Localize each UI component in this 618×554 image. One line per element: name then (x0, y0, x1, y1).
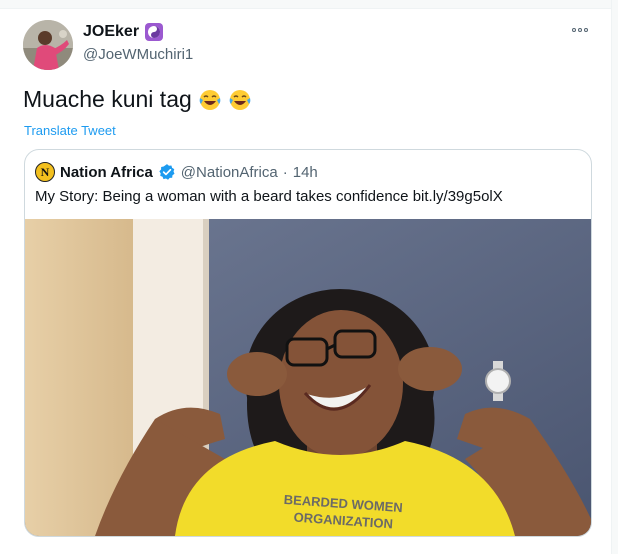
quoted-tweet-photo[interactable]: BEARDED WOMEN ORGANIZATION (25, 219, 591, 536)
translate-tweet-link[interactable]: Translate Tweet (24, 123, 116, 138)
more-options-icon[interactable] (572, 28, 588, 32)
yin-yang-icon (145, 23, 164, 41)
avatar[interactable] (23, 20, 73, 70)
quoted-tweet-text: My Story: Being a woman with a beard tak… (35, 188, 503, 205)
tweet-text-row: Muache kuni tag (23, 86, 252, 113)
nation-africa-logo: N (35, 162, 55, 182)
face-with-tears-of-joy-icon (229, 89, 251, 110)
quoted-tweet-header: N Nation Africa @NationAfrica · 14h (35, 162, 318, 182)
quoted-separator: · (282, 163, 288, 181)
author-name-row: JOEker (83, 23, 164, 41)
quoted-display-name[interactable]: Nation Africa (60, 164, 153, 181)
window-right-border (611, 0, 618, 554)
author-handle[interactable]: @JoeWMuchiri1 (83, 46, 193, 63)
display-name[interactable]: JOEker (83, 23, 139, 41)
window-top-border (0, 0, 618, 9)
face-with-tears-of-joy-icon (199, 89, 221, 110)
quoted-timestamp[interactable]: 14h (293, 164, 318, 181)
tweet-text: Muache kuni tag (23, 86, 192, 112)
verified-badge-icon (159, 164, 175, 180)
quoted-tweet-card[interactable]: N Nation Africa @NationAfrica · 14h My S… (24, 149, 592, 537)
quoted-handle[interactable]: @NationAfrica (181, 164, 278, 181)
